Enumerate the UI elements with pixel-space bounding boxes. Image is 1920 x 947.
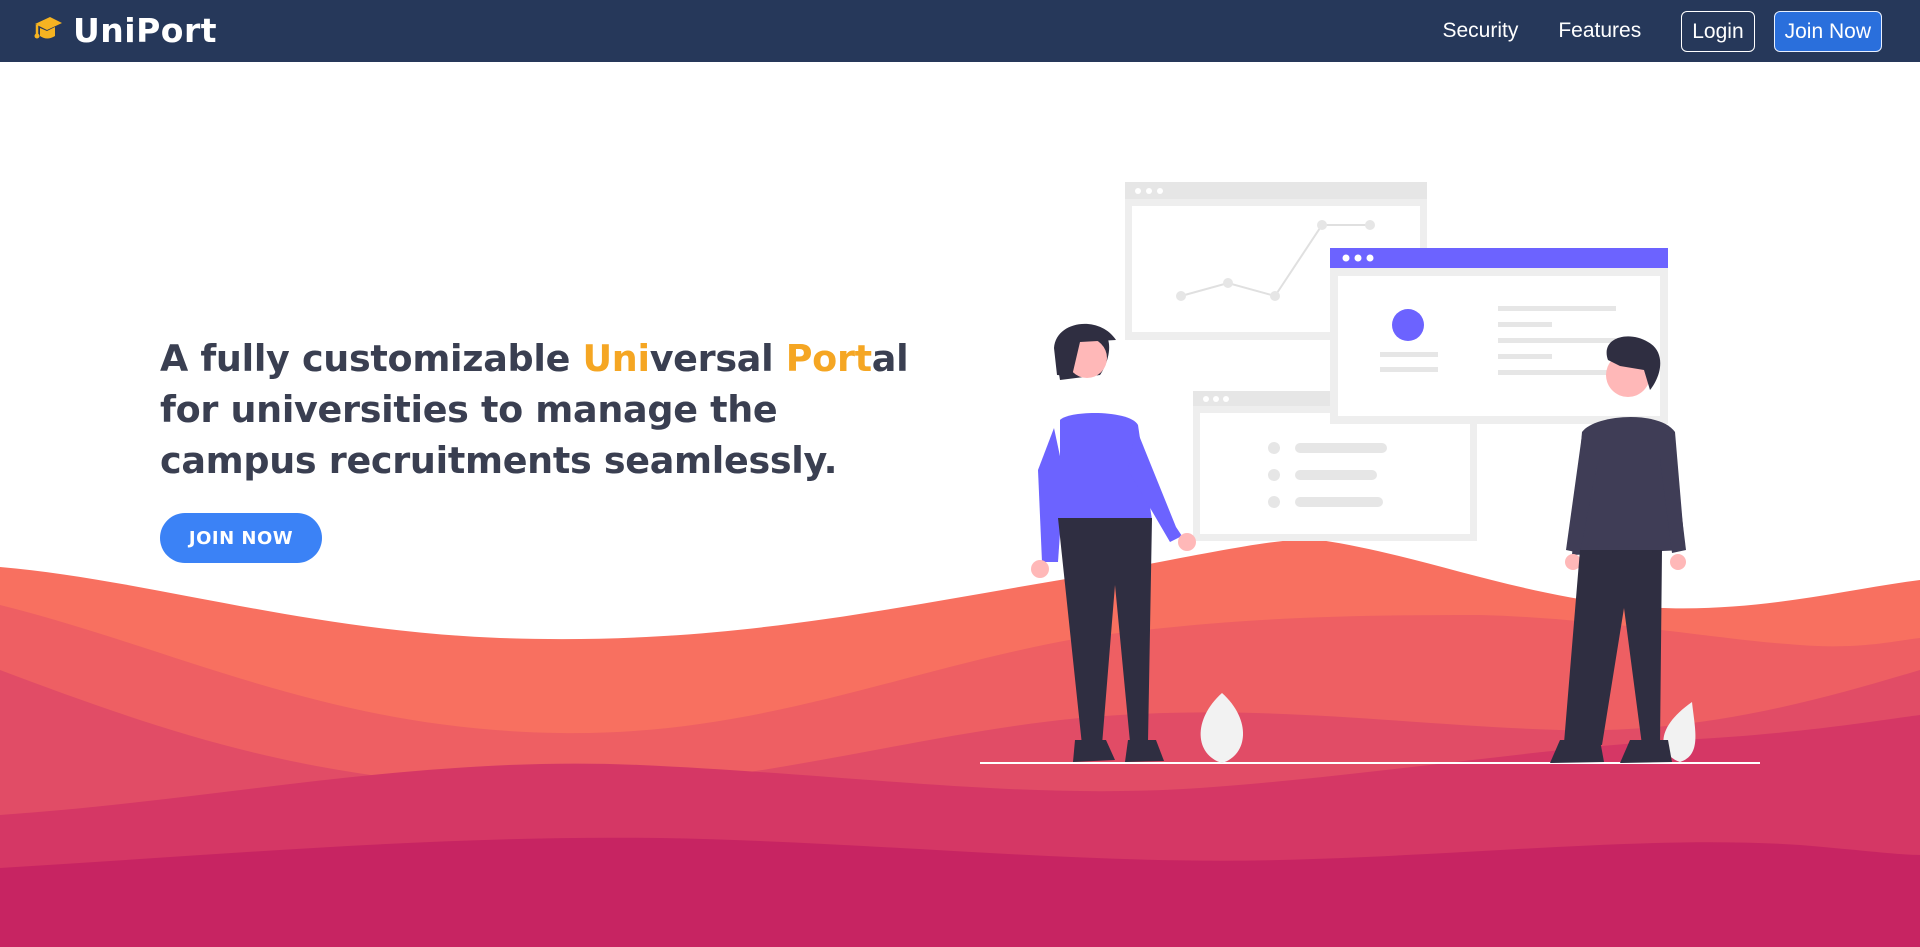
top-navbar: UniPort Security Features Login Join Now — [0, 0, 1920, 62]
brand-name: UniPort — [73, 10, 218, 50]
nav-link-security[interactable]: Security — [1443, 19, 1519, 43]
hero-headline: A fully customizable Universal Portal fo… — [160, 333, 940, 486]
join-now-hero-button[interactable]: JOIN NOW — [160, 513, 322, 563]
headline-highlight-port: Port — [785, 337, 872, 380]
brand-logo[interactable]: UniPort — [33, 8, 217, 52]
woman-figure — [1031, 323, 1196, 762]
headline-highlight-uni: Uni — [582, 337, 650, 380]
headline-text-2: versal — [649, 337, 786, 380]
headline-text-1: A fully customizable — [160, 337, 583, 380]
nav-link-features[interactable]: Features — [1558, 19, 1641, 43]
graduation-cap-icon — [34, 17, 62, 39]
hero-section: A fully customizable Universal Portal fo… — [160, 333, 940, 563]
nav-links: Security Features Login Join Now — [1443, 10, 1882, 52]
login-button[interactable]: Login — [1681, 10, 1755, 52]
profile-window — [1330, 248, 1668, 424]
join-now-nav-button[interactable]: Join Now — [1773, 10, 1882, 52]
hero-illustration — [980, 182, 1760, 764]
leaf-left — [1200, 693, 1244, 763]
